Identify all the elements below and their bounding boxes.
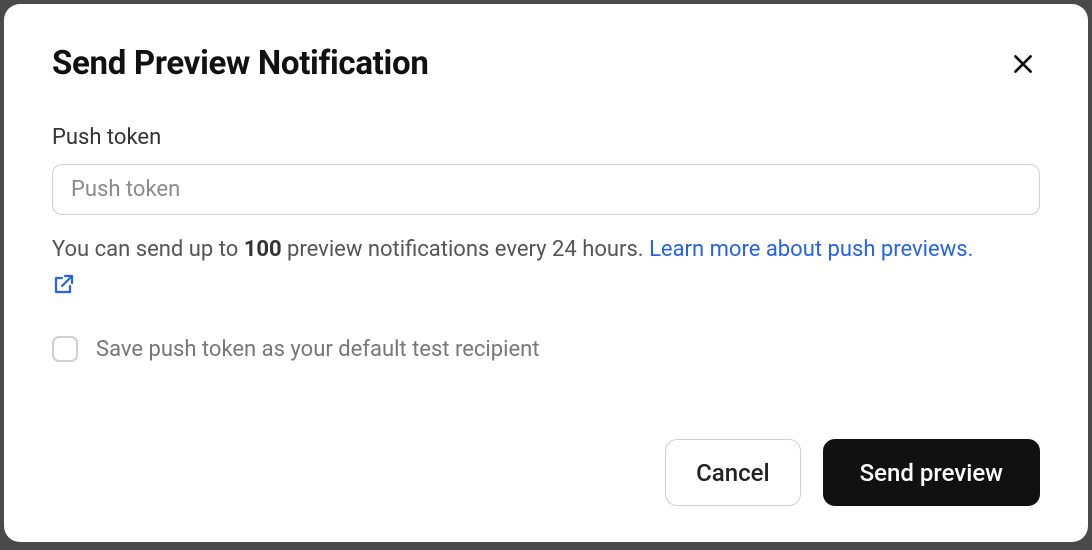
close-button[interactable]	[1006, 47, 1040, 81]
helper-prefix: You can send up to	[52, 237, 244, 262]
helper-text: You can send up to 100 preview notificat…	[52, 233, 1040, 306]
push-token-field-group: Push token	[52, 125, 1040, 215]
cancel-button[interactable]: Cancel	[665, 439, 800, 506]
save-default-checkbox[interactable]	[52, 336, 78, 362]
close-icon	[1010, 51, 1036, 77]
modal-footer: Cancel Send preview	[52, 439, 1040, 506]
helper-limit: 100	[244, 237, 282, 262]
helper-suffix: preview notifications every 24 hours.	[282, 237, 650, 262]
send-preview-modal: Send Preview Notification Push token You…	[4, 4, 1088, 542]
save-default-row: Save push token as your default test rec…	[52, 336, 1040, 362]
modal-title: Send Preview Notification	[52, 44, 429, 83]
save-default-label: Save push token as your default test rec…	[96, 337, 539, 362]
send-preview-button[interactable]: Send preview	[823, 439, 1040, 506]
learn-more-link[interactable]: Learn more about push previews.	[649, 237, 973, 262]
external-link-icon	[52, 272, 1040, 306]
modal-header: Send Preview Notification	[52, 44, 1040, 83]
push-token-label: Push token	[52, 125, 1040, 150]
push-token-input[interactable]	[52, 164, 1040, 215]
